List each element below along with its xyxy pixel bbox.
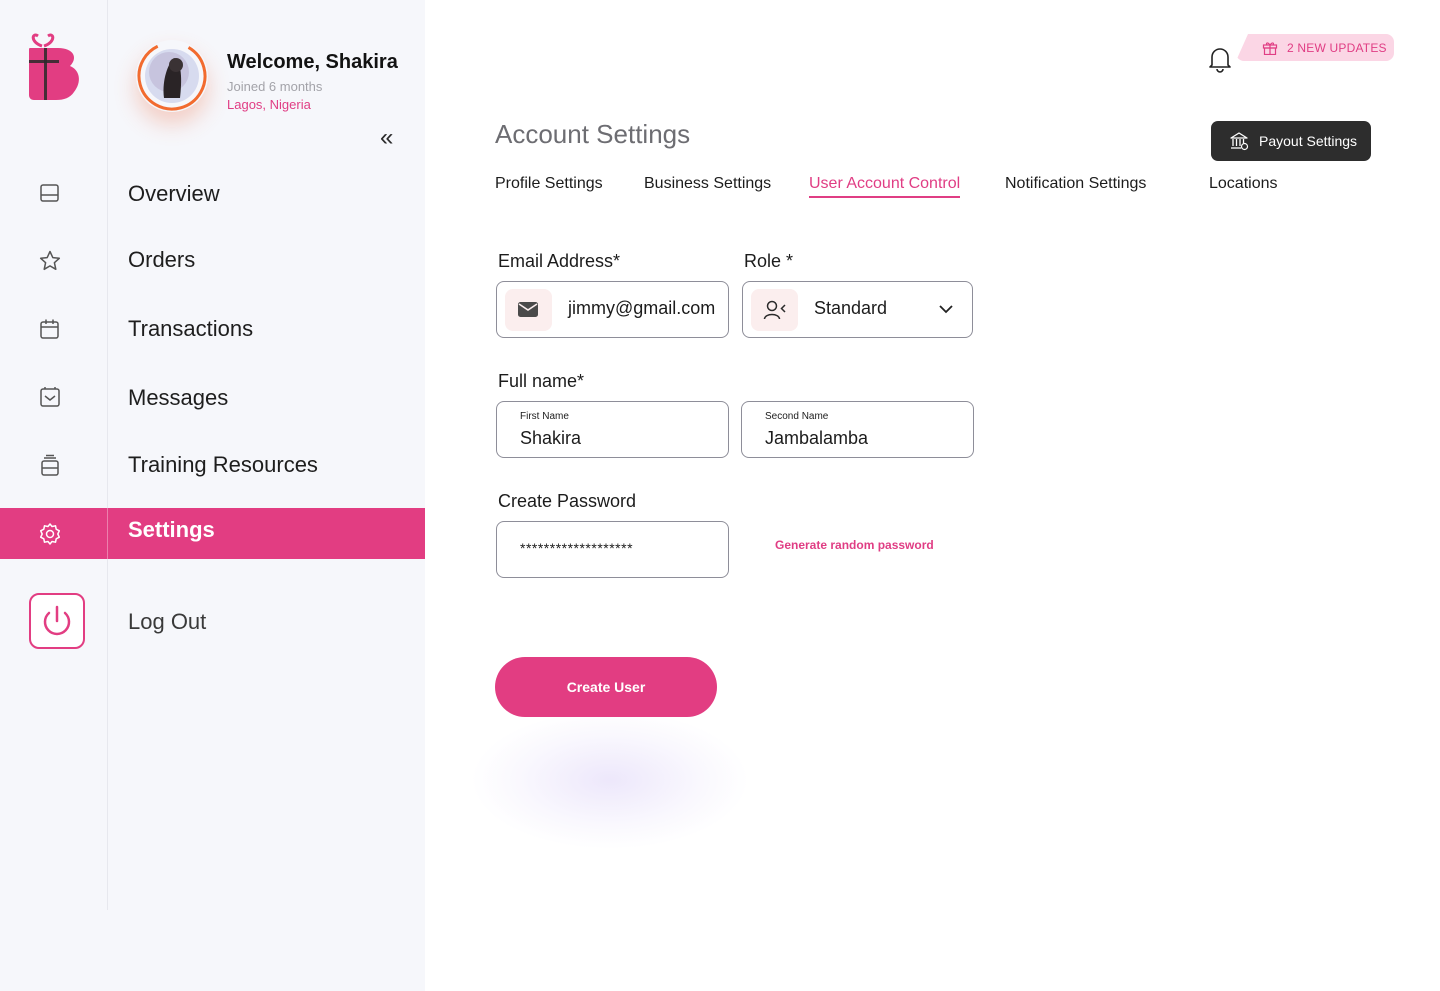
fullname-label: Full name* [498,371,585,391]
password-label: Create Password [498,491,637,511]
chevron-down-icon[interactable] [938,302,954,316]
first-name-label: First Name [520,411,569,422]
email-field[interactable]: jimmy@gmail.com [496,281,729,338]
envelope-icon [518,302,538,317]
role-label: Role * [744,251,794,271]
logout-label[interactable]: Log Out [128,609,206,635]
sidebar-item-orders[interactable]: Orders [128,247,195,273]
location-text: Lagos, Nigeria [227,97,311,112]
sidebar-divider [107,0,108,910]
password-value[interactable]: ******************* [520,540,633,556]
updates-label: 2 NEW UPDATES [1287,40,1387,55]
bank-icon [1230,132,1249,151]
active-divider [107,508,108,559]
email-value[interactable]: jimmy@gmail.com [568,298,715,319]
sidebar-item-messages[interactable]: Messages [128,385,228,411]
email-icon-tile [505,289,552,331]
payout-settings-button[interactable]: Payout Settings [1211,121,1371,161]
sidebar-item-training-resources[interactable]: Training Resources [128,452,318,478]
inbox-icon[interactable] [38,181,62,205]
button-shadow [470,710,750,850]
active-tab-underline [809,196,960,198]
sidebar: Welcome, Shakira Joined 6 months Lagos, … [0,0,425,991]
password-field[interactable]: ******************* [496,521,729,578]
message-box-icon[interactable] [38,385,62,409]
avatar-ring-icon [137,41,207,111]
role-icon-tile [751,289,798,331]
first-name-value[interactable]: Shakira [520,428,581,449]
gear-icon[interactable] [38,522,62,546]
brand-logo[interactable] [28,32,82,102]
avatar[interactable] [136,40,208,112]
second-name-value[interactable]: Jambalamba [765,428,868,449]
role-value[interactable]: Standard [814,298,887,319]
bell-icon[interactable] [1207,45,1233,73]
first-name-field[interactable]: First Name Shakira [496,401,729,458]
generate-password-link[interactable]: Generate random password [775,538,934,552]
page-title: Account Settings [495,119,691,149]
gift-icon [1262,41,1278,55]
tab-user-account-control[interactable]: User Account Control [809,175,960,193]
collapse-sidebar-icon[interactable]: « [380,126,402,150]
tab-locations[interactable]: Locations [1209,175,1278,193]
sidebar-item-overview[interactable]: Overview [128,181,220,207]
payout-settings-label: Payout Settings [1259,133,1358,149]
new-updates-badge[interactable]: 2 NEW UPDATES [1236,34,1394,61]
star-icon[interactable] [38,249,62,273]
stack-icon[interactable] [38,453,62,477]
joined-text: Joined 6 months [227,79,323,94]
second-name-field[interactable]: Second Name Jambalamba [741,401,974,458]
sidebar-item-settings-label[interactable]: Settings [128,517,215,543]
tab-profile-settings[interactable]: Profile Settings [495,175,603,193]
calendar-icon[interactable] [38,317,62,341]
second-name-label: Second Name [765,411,829,422]
user-icon [763,300,786,320]
power-icon [43,605,71,636]
create-user-button[interactable]: Create User [495,657,717,717]
logout-button[interactable] [29,593,85,649]
tab-notification-settings[interactable]: Notification Settings [1005,175,1146,193]
role-select[interactable]: Standard [742,281,973,338]
tab-business-settings[interactable]: Business Settings [644,175,771,193]
email-label: Email Address* [498,251,621,271]
sidebar-item-transactions[interactable]: Transactions [128,316,253,342]
welcome-text: Welcome, Shakira [227,51,398,73]
